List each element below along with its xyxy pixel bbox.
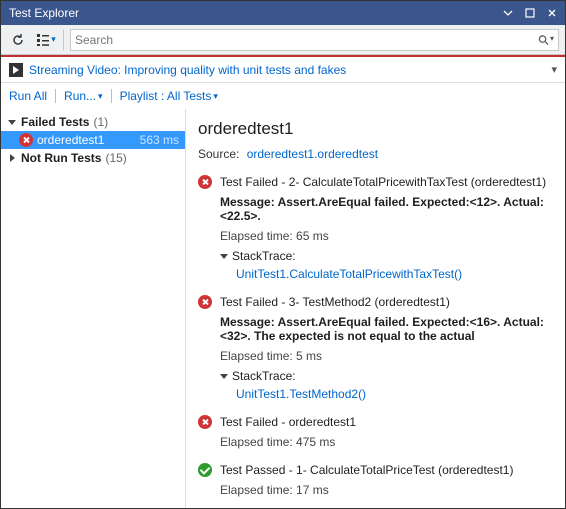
- source-row: Source: orderedtest1.orderedtest: [198, 147, 553, 161]
- group-label: Failed Tests: [21, 115, 89, 129]
- details-pane: orderedtest1 Source: orderedtest1.ordere…: [186, 109, 565, 508]
- playlist-button[interactable]: Playlist : All Tests ▾: [120, 89, 218, 103]
- test-result: Test Failed - 2- CalculateTotalPricewith…: [198, 175, 553, 281]
- stacktrace-toggle[interactable]: StackTrace:: [220, 369, 553, 383]
- fail-icon: [19, 133, 33, 147]
- result-message: Message: Assert.AreEqual failed. Expecte…: [220, 195, 553, 223]
- result-title: Test Passed - 1- CalculateTotalPriceTest…: [220, 463, 513, 477]
- test-explorer-window: Test Explorer ▾ ▾ Streaming Video: Impro…: [0, 0, 566, 509]
- test-result: Test Failed - orderedtest1 Elapsed time: …: [198, 415, 553, 449]
- group-count: (1): [93, 115, 108, 129]
- tree-item-orderedtest1[interactable]: orderedtest1 563 ms: [1, 131, 185, 149]
- play-icon: [9, 63, 23, 77]
- source-label: Source:: [198, 147, 239, 161]
- run-button[interactable]: Run... ▾: [64, 89, 103, 103]
- test-tree[interactable]: Failed Tests (1) orderedtest1 563 ms Not…: [1, 109, 186, 508]
- group-count: (15): [105, 151, 126, 165]
- group-by-icon[interactable]: ▾: [35, 29, 57, 51]
- streaming-video-link[interactable]: Streaming Video: Improving quality with …: [29, 63, 346, 77]
- window-title: Test Explorer: [5, 6, 79, 20]
- test-result: Test Failed - 3- TestMethod2 (orderedtes…: [198, 295, 553, 401]
- fail-icon: [198, 415, 212, 429]
- command-separator: [111, 89, 112, 103]
- test-name: orderedtest1: [37, 133, 104, 147]
- stacktrace-label: StackTrace:: [232, 369, 296, 383]
- search-icon[interactable]: ▾: [538, 34, 554, 46]
- close-icon[interactable]: [543, 6, 561, 20]
- tree-group-failed[interactable]: Failed Tests (1): [1, 113, 185, 131]
- video-bar: Streaming Video: Improving quality with …: [1, 57, 565, 83]
- toolbar-separator: [63, 30, 64, 50]
- stacktrace-label: StackTrace:: [232, 249, 296, 263]
- result-title: Test Failed - 2- CalculateTotalPricewith…: [220, 175, 546, 189]
- tree-group-notrun[interactable]: Not Run Tests (15): [1, 149, 185, 167]
- result-title: Test Failed - orderedtest1: [220, 415, 356, 429]
- main-area: Failed Tests (1) orderedtest1 563 ms Not…: [1, 109, 565, 508]
- titlebar: Test Explorer: [1, 1, 565, 25]
- window-buttons: [499, 6, 561, 20]
- source-link[interactable]: orderedtest1.orderedtest: [247, 147, 378, 161]
- command-bar: Run All Run... ▾ Playlist : All Tests ▾: [1, 83, 565, 109]
- result-elapsed: Elapsed time: 5 ms: [220, 349, 553, 363]
- details-title: orderedtest1: [198, 119, 553, 139]
- group-label: Not Run Tests: [21, 151, 101, 165]
- pass-icon: [198, 463, 212, 477]
- expand-icon: [220, 374, 228, 379]
- result-message: Message: Assert.AreEqual failed. Expecte…: [220, 315, 553, 343]
- search-input[interactable]: [75, 33, 538, 47]
- refresh-icon[interactable]: [7, 29, 29, 51]
- result-title: Test Failed - 3- TestMethod2 (orderedtes…: [220, 295, 450, 309]
- command-separator: [55, 89, 56, 103]
- result-elapsed: Elapsed time: 65 ms: [220, 229, 553, 243]
- stacktrace-link[interactable]: UnitTest1.CalculateTotalPricewithTaxTest…: [236, 267, 462, 281]
- toolbar: ▾ ▾: [1, 25, 565, 55]
- video-bar-dropdown-icon[interactable]: ▾: [551, 63, 557, 76]
- fail-icon: [198, 175, 212, 189]
- maximize-icon[interactable]: [521, 6, 539, 20]
- run-all-button[interactable]: Run All: [9, 89, 47, 103]
- stacktrace-toggle[interactable]: StackTrace:: [220, 249, 553, 263]
- result-elapsed: Elapsed time: 475 ms: [220, 435, 553, 449]
- expand-icon[interactable]: [8, 120, 16, 125]
- collapse-icon[interactable]: [10, 154, 15, 162]
- test-result: Test Passed - 1- CalculateTotalPriceTest…: [198, 463, 553, 497]
- stacktrace-link[interactable]: UnitTest1.TestMethod2(): [236, 387, 366, 401]
- results-list: Test Failed - 2- CalculateTotalPricewith…: [198, 175, 553, 497]
- result-elapsed: Elapsed time: 17 ms: [220, 483, 553, 497]
- window-dropdown-icon[interactable]: [499, 6, 517, 20]
- search-box[interactable]: ▾: [70, 29, 559, 51]
- test-duration: 563 ms: [140, 133, 179, 147]
- expand-icon: [220, 254, 228, 259]
- fail-icon: [198, 295, 212, 309]
